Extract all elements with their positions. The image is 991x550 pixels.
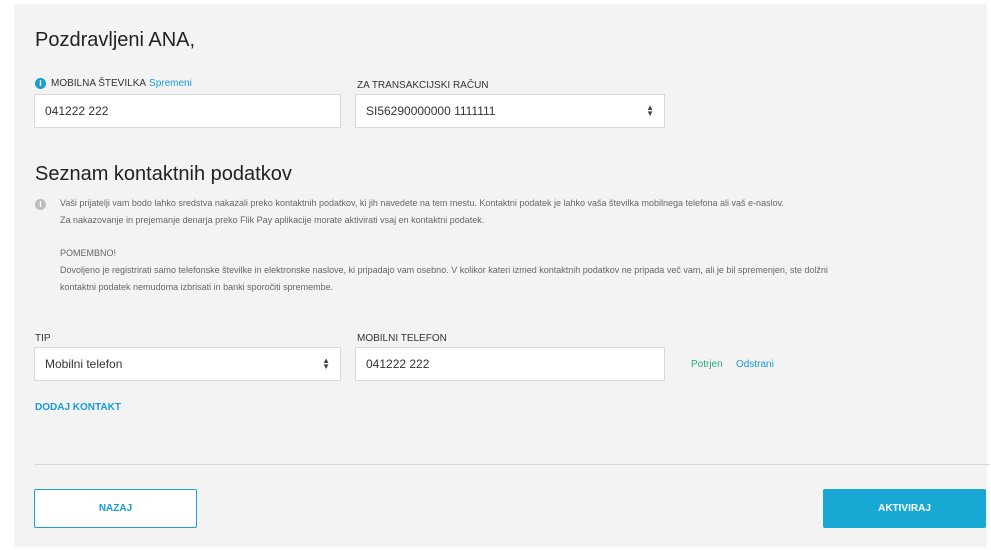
info-line: Za nakazovanje in prejemanje denarja pre… (60, 215, 485, 225)
account-select[interactable]: SI56290000000 1111111 ▲ ▼ (355, 94, 665, 128)
important-line: kontaktni podatek nemudoma izbrisati in … (60, 282, 334, 292)
mobile-label-row: i MOBILNA ŠTEVILKA Spremeni (35, 78, 192, 89)
contact-phone-field[interactable]: 041222 222 (355, 347, 665, 381)
mobile-label: MOBILNA ŠTEVILKA (51, 78, 147, 89)
add-contact-link[interactable]: DODAJ KONTAKT (35, 402, 121, 413)
contact-type-value: Mobilni telefon (45, 357, 123, 371)
info-line: Vaši prijatelji vam bodo lahko sredstva … (60, 198, 784, 208)
contact-phone-value: 041222 222 (366, 357, 430, 371)
confirmed-status: Potrjen (691, 359, 723, 370)
mobile-number-field[interactable]: 041222 222 (34, 94, 341, 128)
section-title: Seznam kontaktnih podatkov (35, 163, 292, 185)
account-value: SI56290000000 1111111 (366, 104, 496, 118)
info-block: Vaši prijatelji vam bodo lahko sredstva … (60, 195, 980, 296)
change-mobile-link[interactable]: Spremeni (149, 78, 192, 89)
important-title: POMEMBNO! (60, 248, 117, 258)
activate-button[interactable]: AKTIVIRAJ (823, 489, 986, 528)
select-arrows-icon: ▲ ▼ (322, 356, 330, 371)
type-label: TIP (35, 333, 51, 344)
phone-label: MOBILNI TELEFON (357, 333, 447, 344)
account-label: ZA TRANSAKCIJSKI RAČUN (357, 80, 489, 91)
remove-contact-link[interactable]: Odstrani (736, 359, 774, 370)
info-icon: i (35, 199, 46, 210)
page-title: Pozdravljeni ANA, (35, 29, 196, 51)
mobile-number-value: 041222 222 (45, 104, 109, 118)
select-arrows-icon: ▲ ▼ (646, 103, 654, 118)
divider (35, 464, 990, 465)
back-button[interactable]: NAZAJ (34, 489, 197, 528)
contact-type-select[interactable]: Mobilni telefon ▲ ▼ (34, 347, 341, 381)
info-icon[interactable]: i (35, 78, 46, 89)
important-line: Dovoljeno je registrirati samo telefonsk… (60, 265, 828, 275)
